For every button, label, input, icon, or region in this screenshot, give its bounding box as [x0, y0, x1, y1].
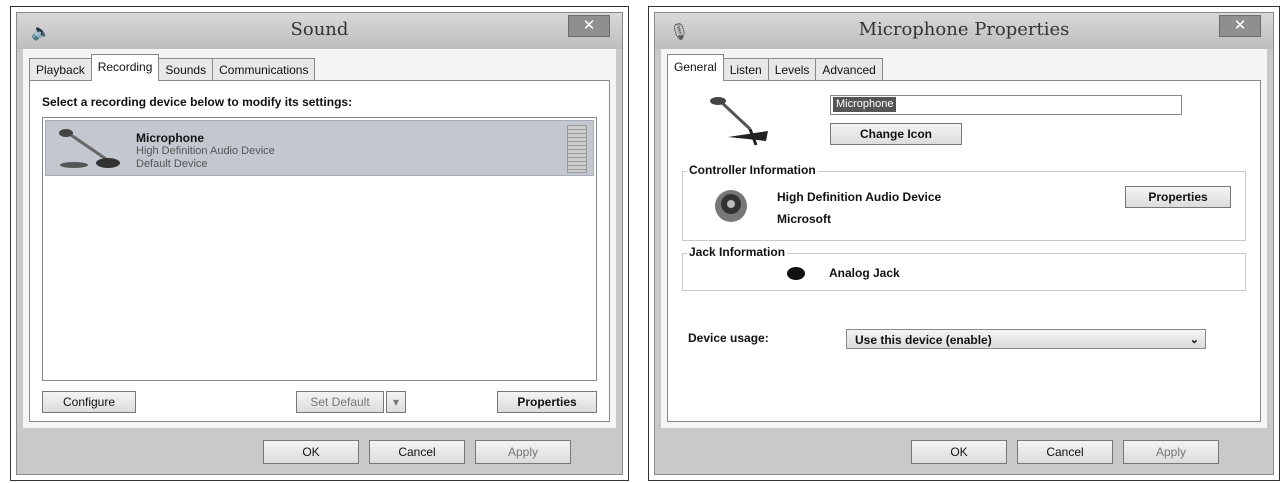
- controller-vendor: Microsoft: [777, 212, 831, 226]
- sound-dialog: 🔈 Sound ✕ Playback Recording Sounds Comm…: [16, 12, 623, 475]
- sound-title: Sound: [290, 19, 349, 40]
- sound-dialog-frame: 🔈 Sound ✕ Playback Recording Sounds Comm…: [10, 6, 629, 481]
- close-button[interactable]: ✕: [568, 15, 610, 37]
- mic-titlebar[interactable]: 🎙 Microphone Properties ✕: [655, 13, 1273, 49]
- cancel-button[interactable]: Cancel: [369, 440, 465, 464]
- controller-info-group: Controller Information High Definition A…: [682, 163, 1246, 241]
- jack-info-group: Jack Information Analog Jack: [682, 245, 1246, 291]
- apply-button[interactable]: Apply: [475, 440, 571, 464]
- speaker-chip-icon: [715, 190, 747, 222]
- tab-recording[interactable]: Recording: [90, 54, 160, 81]
- sound-client: Playback Recording Sounds Communications…: [23, 49, 616, 428]
- close-icon: ✕: [582, 17, 596, 34]
- tab-listen[interactable]: Listen: [722, 58, 769, 81]
- change-icon-button[interactable]: Change Icon: [830, 123, 962, 145]
- set-default-dropdown[interactable]: ▾: [386, 391, 406, 413]
- device-usage-label: Device usage:: [688, 331, 769, 345]
- tab-communications[interactable]: Communications: [212, 58, 316, 81]
- instruction-text: Select a recording device below to modif…: [42, 95, 353, 109]
- tab-advanced[interactable]: Advanced: [815, 58, 883, 81]
- sound-titlebar[interactable]: 🔈 Sound ✕: [17, 13, 622, 49]
- configure-button[interactable]: Configure: [42, 391, 136, 413]
- mic-client: General Listen Levels Advanced Microphon…: [661, 49, 1267, 428]
- apply-button[interactable]: Apply: [1123, 440, 1219, 464]
- tab-general[interactable]: General: [667, 54, 724, 81]
- mic-tabs: General Listen Levels Advanced: [667, 54, 883, 81]
- list-item[interactable]: Microphone High Definition Audio Device …: [45, 120, 594, 176]
- tab-sounds[interactable]: Sounds: [158, 58, 214, 81]
- mic-properties-dialog: 🎙 Microphone Properties ✕ General Listen…: [654, 12, 1274, 475]
- jack-info-label: Jack Information: [687, 245, 788, 259]
- controller-properties-button[interactable]: Properties: [1125, 186, 1231, 208]
- cancel-button[interactable]: Cancel: [1017, 440, 1113, 464]
- properties-button[interactable]: Properties: [497, 391, 597, 413]
- mic-title: Microphone Properties: [858, 19, 1070, 40]
- chevron-down-icon: ⌄: [1189, 334, 1199, 346]
- jack-name: Analog Jack: [829, 266, 900, 280]
- device-name: Microphone: [136, 131, 204, 145]
- set-default-button[interactable]: Set Default: [296, 391, 384, 413]
- mic-properties-frame: 🎙 Microphone Properties ✕ General Listen…: [648, 6, 1280, 481]
- jack-dot-icon: [787, 267, 805, 280]
- device-name-value: Microphone: [833, 97, 897, 112]
- level-meter: [567, 125, 587, 173]
- controller-info-label: Controller Information: [687, 163, 818, 177]
- microphone-icon: [710, 97, 768, 146]
- tab-levels[interactable]: Levels: [767, 58, 817, 81]
- device-usage-select[interactable]: Use this device (enable) ⌄: [846, 329, 1206, 349]
- sound-tabs: Playback Recording Sounds Communications: [29, 54, 316, 81]
- ok-button[interactable]: OK: [911, 440, 1007, 464]
- device-name-input[interactable]: Microphone: [830, 95, 1182, 115]
- close-button[interactable]: ✕: [1219, 15, 1261, 37]
- general-panel: Microphone Change Icon Controller Inform…: [667, 80, 1261, 422]
- close-icon: ✕: [1233, 17, 1247, 34]
- microphone-icon: [59, 129, 120, 168]
- device-usage-value: Use this device (enable): [855, 333, 992, 347]
- device-list[interactable]: Microphone High Definition Audio Device …: [42, 117, 597, 381]
- device-status: Default Device: [136, 158, 208, 170]
- chevron-down-icon: ▾: [392, 395, 400, 409]
- recording-panel: Select a recording device below to modif…: [29, 80, 610, 422]
- ok-button[interactable]: OK: [263, 440, 359, 464]
- device-driver: High Definition Audio Device: [136, 145, 275, 157]
- tab-playback[interactable]: Playback: [29, 58, 92, 81]
- controller-name: High Definition Audio Device: [777, 190, 942, 204]
